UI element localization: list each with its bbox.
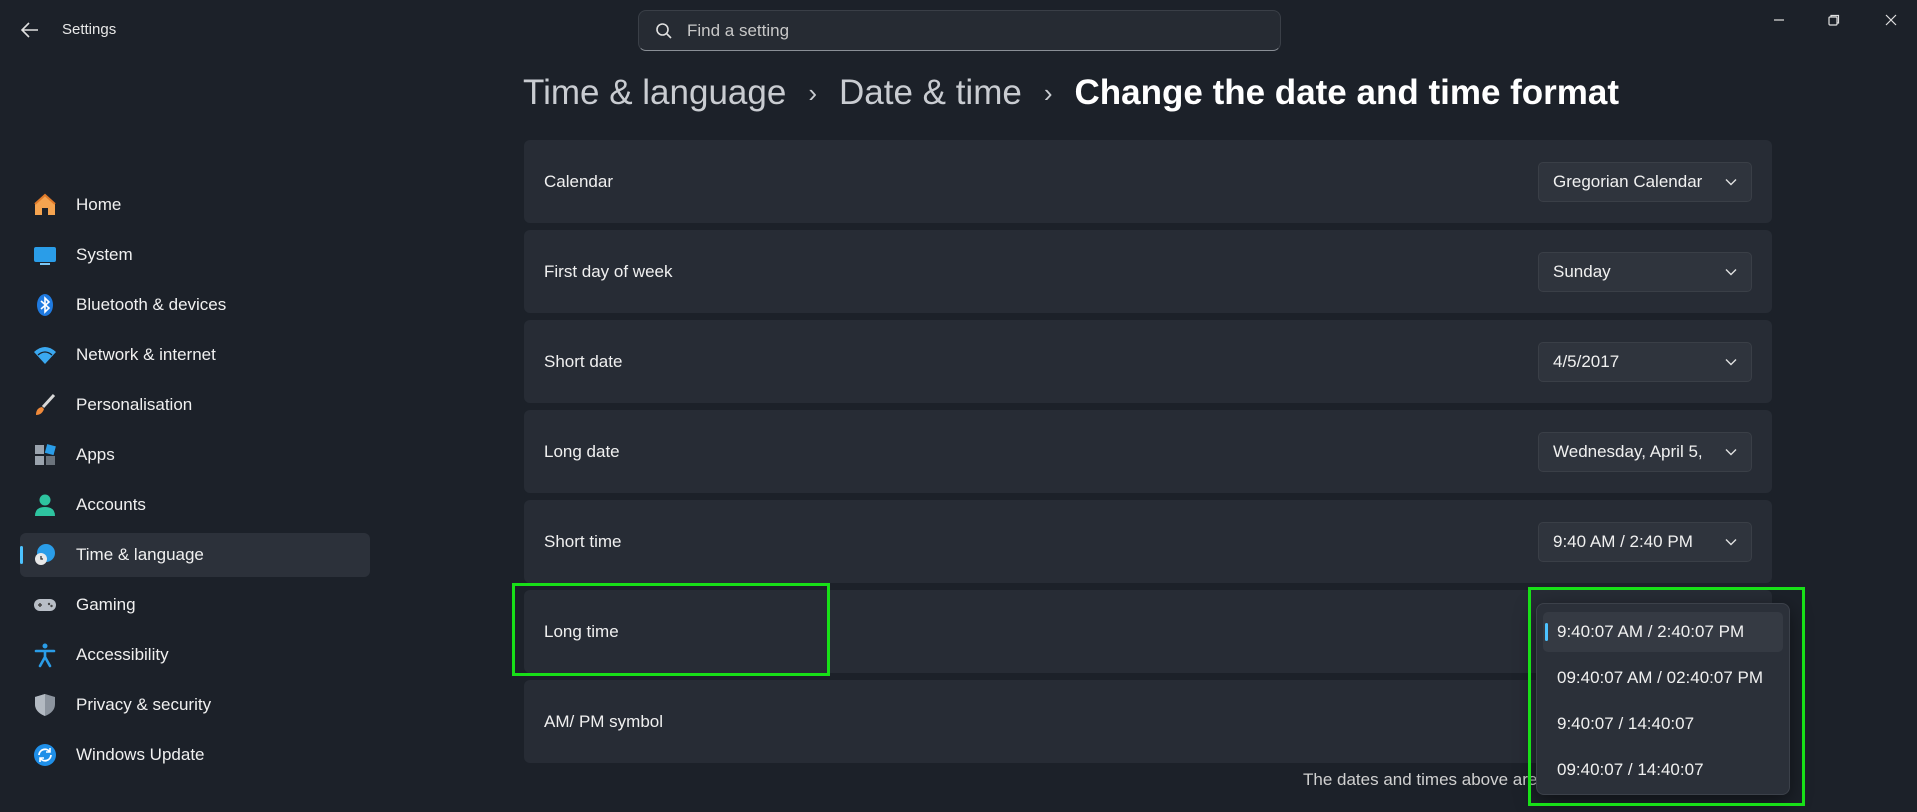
setting-row-calendar: Calendar Gregorian Calendar [524, 140, 1772, 223]
minimize-button[interactable] [1756, 8, 1802, 32]
dropdown-value: Wednesday, April 5, [1553, 441, 1703, 461]
dropdown-value: Sunday [1553, 261, 1611, 281]
app-title: Settings [62, 21, 117, 38]
brush-icon [32, 392, 58, 418]
apps-icon [32, 442, 58, 468]
restore-icon [1828, 14, 1840, 26]
sidebar-item-privacy[interactable]: Privacy & security [20, 683, 370, 727]
setting-label: Long time [544, 621, 619, 641]
sidebar-item-label: Bluetooth & devices [76, 295, 227, 314]
setting-label: First day of week [544, 261, 673, 281]
chevron-right-icon: › [808, 77, 817, 108]
sidebar-item-network[interactable]: Network & internet [20, 333, 370, 377]
sidebar-item-accessibility[interactable]: Accessibility [20, 633, 370, 677]
short-date-dropdown[interactable]: 4/5/2017 [1538, 341, 1752, 382]
chevron-down-icon [1725, 448, 1737, 455]
sidebar-item-label: Accessibility [76, 645, 169, 664]
restore-button[interactable] [1811, 8, 1857, 32]
long-date-dropdown[interactable]: Wednesday, April 5, [1538, 431, 1752, 472]
sidebar-item-accounts[interactable]: Accounts [20, 483, 370, 527]
search-icon [656, 22, 672, 39]
sidebar-item-home[interactable]: Home [20, 183, 370, 227]
sidebar-item-label: Gaming [76, 595, 136, 614]
sidebar-item-label: Privacy & security [76, 695, 212, 714]
preview-note: The dates and times above are [1303, 770, 1538, 789]
first-day-dropdown[interactable]: Sunday [1538, 251, 1752, 292]
sidebar-item-label: Apps [76, 445, 115, 464]
calendar-dropdown[interactable]: Gregorian Calendar [1538, 161, 1752, 202]
sidebar-item-personalisation[interactable]: Personalisation [20, 383, 370, 427]
search-box[interactable] [638, 10, 1281, 51]
sidebar-item-bluetooth[interactable]: Bluetooth & devices [20, 283, 370, 327]
sidebar-item-label: Network & internet [76, 345, 216, 364]
dropdown-value: 9:40 AM / 2:40 PM [1553, 531, 1693, 551]
sidebar-nav: Home System Bluetooth & devices Network … [20, 183, 370, 783]
bluetooth-icon [32, 292, 58, 318]
breadcrumb-date-time[interactable]: Date & time [839, 73, 1022, 113]
setting-row-long-date: Long date Wednesday, April 5, [524, 410, 1772, 493]
title-bar: Settings [0, 0, 1917, 60]
close-icon [1885, 14, 1897, 26]
setting-label: Short date [544, 351, 623, 371]
sidebar-item-apps[interactable]: Apps [20, 433, 370, 477]
breadcrumb-time-language[interactable]: Time & language [523, 73, 786, 113]
long-time-option[interactable]: 09:40:07 / 14:40:07 [1543, 750, 1783, 790]
system-icon [32, 242, 58, 268]
back-button[interactable] [18, 18, 42, 42]
back-arrow-icon [21, 22, 38, 38]
setting-label: Calendar [544, 171, 613, 191]
chevron-down-icon [1725, 538, 1737, 545]
long-time-dropdown-list: 9:40:07 AM / 2:40:07 PM 09:40:07 AM / 02… [1536, 603, 1790, 795]
sidebar-item-time-language[interactable]: Time & language [20, 533, 370, 577]
wifi-icon [32, 342, 58, 368]
chevron-down-icon [1725, 268, 1737, 275]
chevron-down-icon [1725, 178, 1737, 185]
breadcrumb: Time & language › Date & time › Change t… [523, 73, 1619, 113]
accessibility-icon [32, 642, 58, 668]
long-time-option[interactable]: 09:40:07 AM / 02:40:07 PM [1543, 658, 1783, 698]
sidebar-item-system[interactable]: System [20, 233, 370, 277]
minimize-icon [1774, 19, 1784, 21]
gamepad-icon [32, 592, 58, 618]
dropdown-value: 4/5/2017 [1553, 351, 1620, 371]
account-icon [32, 492, 58, 518]
setting-label: AM/ PM symbol [544, 711, 664, 731]
sidebar-item-windows-update[interactable]: Windows Update [20, 733, 370, 777]
long-time-option[interactable]: 9:40:07 / 14:40:07 [1543, 704, 1783, 744]
sidebar-item-gaming[interactable]: Gaming [20, 583, 370, 627]
setting-row-short-time: Short time 9:40 AM / 2:40 PM [524, 500, 1772, 583]
page-title: Change the date and time format [1074, 73, 1620, 112]
sidebar-item-label: Personalisation [76, 395, 193, 414]
search-input[interactable] [687, 20, 1247, 41]
sidebar-item-label: Accounts [76, 495, 146, 514]
short-time-dropdown[interactable]: 9:40 AM / 2:40 PM [1538, 521, 1752, 562]
sidebar-item-label: System [76, 245, 133, 264]
setting-row-short-date: Short date 4/5/2017 [524, 320, 1772, 403]
update-icon [32, 742, 58, 768]
globe-clock-icon [32, 542, 58, 568]
home-icon [32, 192, 58, 218]
long-time-option[interactable]: 9:40:07 AM / 2:40:07 PM [1543, 612, 1783, 652]
dropdown-value: Gregorian Calendar [1553, 171, 1703, 191]
sidebar-item-label: Home [76, 195, 122, 214]
setting-label: Long date [544, 441, 620, 461]
chevron-down-icon [1725, 358, 1737, 365]
setting-row-first-day: First day of week Sunday [524, 230, 1772, 313]
sidebar-item-label: Time & language [76, 545, 204, 564]
shield-icon [32, 692, 58, 718]
close-button[interactable] [1868, 8, 1914, 32]
sidebar-item-label: Windows Update [76, 745, 205, 764]
setting-label: Short time [544, 531, 622, 551]
chevron-right-icon: › [1043, 77, 1053, 108]
